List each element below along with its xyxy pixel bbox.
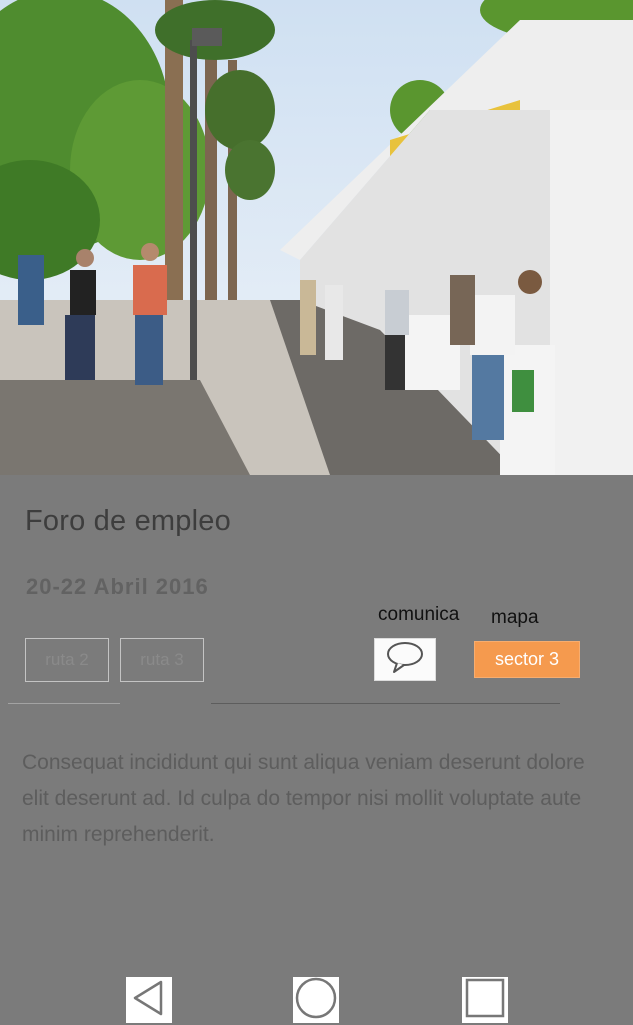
mapa-label: mapa [491,607,539,628]
nav-back-button[interactable] [126,977,172,1023]
divider-right [211,703,560,704]
speech-bubble-icon [385,640,425,679]
nav-recents-button[interactable] [462,977,508,1023]
event-date: 20-22 Abril 2016 [26,574,209,599]
event-description: Consequat incididunt qui sunt aliqua ven… [22,751,585,846]
nav-home-button[interactable] [293,977,339,1023]
hero-photo [0,0,633,475]
divider-left [8,703,120,704]
event-title: Foro de empleo [25,505,231,537]
back-triangle-icon [129,978,169,1023]
route-3-button[interactable]: ruta 3 [120,638,204,682]
comunica-label: comunica [378,604,460,625]
sector-button[interactable]: sector 3 [474,641,580,678]
home-circle-icon [294,976,338,1025]
comunica-button[interactable] [374,638,436,681]
route-2-button[interactable]: ruta 2 [25,638,109,682]
recents-square-icon [463,976,507,1025]
